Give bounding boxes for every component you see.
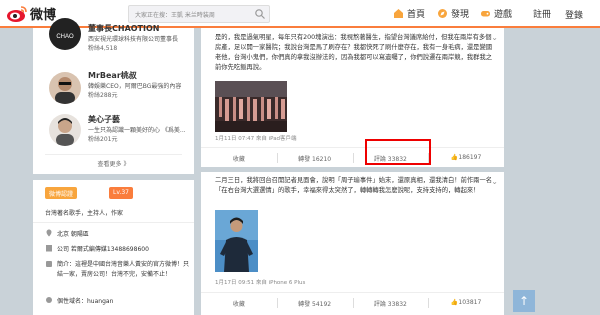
post-action-bar: 收藏 轉發 54192 評論 33832 👍103817: [201, 292, 504, 312]
user-fans: 粉絲288元: [88, 92, 118, 99]
post-meta: 1月17日 09:51 來自 iPhone 6 Plus: [215, 280, 306, 286]
verified-badge[interactable]: 微博認證: [45, 187, 78, 199]
post-text: 二月三日，我將回台召開記者見面會，說明「周子瑜事件」始末，還原真相，還我清白！前…: [215, 177, 493, 194]
avatar[interactable]: CHAO: [49, 18, 81, 50]
user-fans: 粉絲4,518: [88, 45, 118, 52]
feed-post: ⌄ 是的，我是過氣明星，每年只有200塊演出：我視熬著醫生，指望台灣議席給付，但…: [201, 28, 504, 167]
like-button[interactable]: 👍103817: [428, 293, 504, 312]
user-desc: 一生只為認識一顆美好的心 《爲美...: [88, 127, 186, 134]
highlight-box: [365, 139, 431, 165]
like-button[interactable]: 👍186197: [428, 148, 504, 167]
user-name[interactable]: MrBear桃叔: [88, 70, 137, 81]
post-action-bar: 收藏 轉發 16210 評論 33832 👍186197: [201, 147, 504, 167]
divider: [33, 222, 194, 223]
post-meta: 1月11日 07:47 來自 iPad客戶端: [215, 136, 297, 142]
arrow-up-icon: ↑: [518, 294, 530, 308]
user-name[interactable]: 董事長CHAOTION: [88, 23, 160, 34]
discover-icon: [438, 8, 447, 18]
home-icon: [394, 8, 403, 18]
favorite-button[interactable]: 收藏: [201, 148, 277, 167]
login-link[interactable]: 登錄: [565, 8, 583, 21]
user-desc: 西安視光環球科技有限公司董事長: [88, 36, 179, 43]
brand-name: 微博: [30, 8, 57, 23]
nav-discover[interactable]: 發現: [437, 0, 469, 26]
location-icon: [46, 229, 52, 237]
feed-post: ⌄ 二月三日，我將回台召開記者見面會，說明「周子瑜事件」始末，還原真相，還我清白…: [201, 172, 504, 315]
avatar[interactable]: [49, 114, 81, 146]
list-item[interactable]: 美心子藝 一生只為認識一顆美好的心 《爲美... 粉絲201元: [33, 108, 194, 158]
favorite-button[interactable]: 收藏: [201, 293, 277, 312]
svg-text:CHAO: CHAO: [56, 34, 74, 40]
search-placeholder: 大家正在搜：王凱 米兰時装周: [135, 12, 215, 19]
repost-button[interactable]: 轉發 54192: [276, 293, 353, 312]
profile-info-card: 微博認證 Lv.37 台灣著名歌手，主持人，作家 北京 朝陽區 公司 若爾式編傳…: [33, 180, 194, 315]
scroll-to-top-button[interactable]: ↑: [513, 290, 535, 312]
user-desc: 韓娛樂CEO，阿爾巴BG最強的內容: [88, 83, 182, 90]
view-more-button[interactable]: 查看更多 》: [45, 154, 182, 170]
avatar[interactable]: [49, 72, 81, 104]
intro-icon: [46, 261, 52, 267]
recommended-users-card: CHAO 董事長CHAOTION 西安視光環球科技有限公司董事長 粉絲4,518…: [33, 18, 194, 174]
user-name[interactable]: 美心子藝: [88, 114, 120, 125]
post-image[interactable]: [215, 210, 258, 272]
post-image[interactable]: [215, 81, 287, 132]
weibo-logo[interactable]: 微博: [6, 4, 56, 23]
nav-game[interactable]: 遊戲: [480, 0, 512, 26]
info-row-domain: 個性域名：huangan: [45, 296, 190, 305]
post-text: 是的，我是過氣明星，每年只有200塊演出：我視熬著醫生，指望台灣議席給付，但我在…: [215, 34, 493, 71]
game-icon: [481, 10, 490, 16]
weibo-eye-icon: [7, 5, 27, 22]
repost-button[interactable]: 轉發 16210: [276, 148, 353, 167]
domain-icon: [46, 297, 52, 303]
nav-home[interactable]: 首頁: [393, 0, 425, 26]
level-badge[interactable]: Lv.37: [109, 187, 133, 199]
search-icon[interactable]: [254, 8, 266, 20]
info-row-location: 北京 朝陽區: [45, 229, 190, 238]
company-icon: [46, 245, 52, 252]
profile-intro: 台灣著名歌手，主持人，作家: [45, 210, 124, 217]
info-row-intro: 簡介：這裡是中國台灣音樂人黃安的官方微博！只結一家，賣房公司！台灣不完，安備不止…: [45, 260, 190, 280]
comment-button[interactable]: 評論 33832: [352, 293, 429, 312]
search-input[interactable]: 大家正在搜：王凱 米兰時装周: [128, 5, 270, 23]
user-fans: 粉絲201元: [88, 136, 118, 143]
info-row-company: 公司 若爾式編傳媒13488698600: [45, 244, 190, 253]
nav-register[interactable]: 註冊: [533, 0, 551, 26]
